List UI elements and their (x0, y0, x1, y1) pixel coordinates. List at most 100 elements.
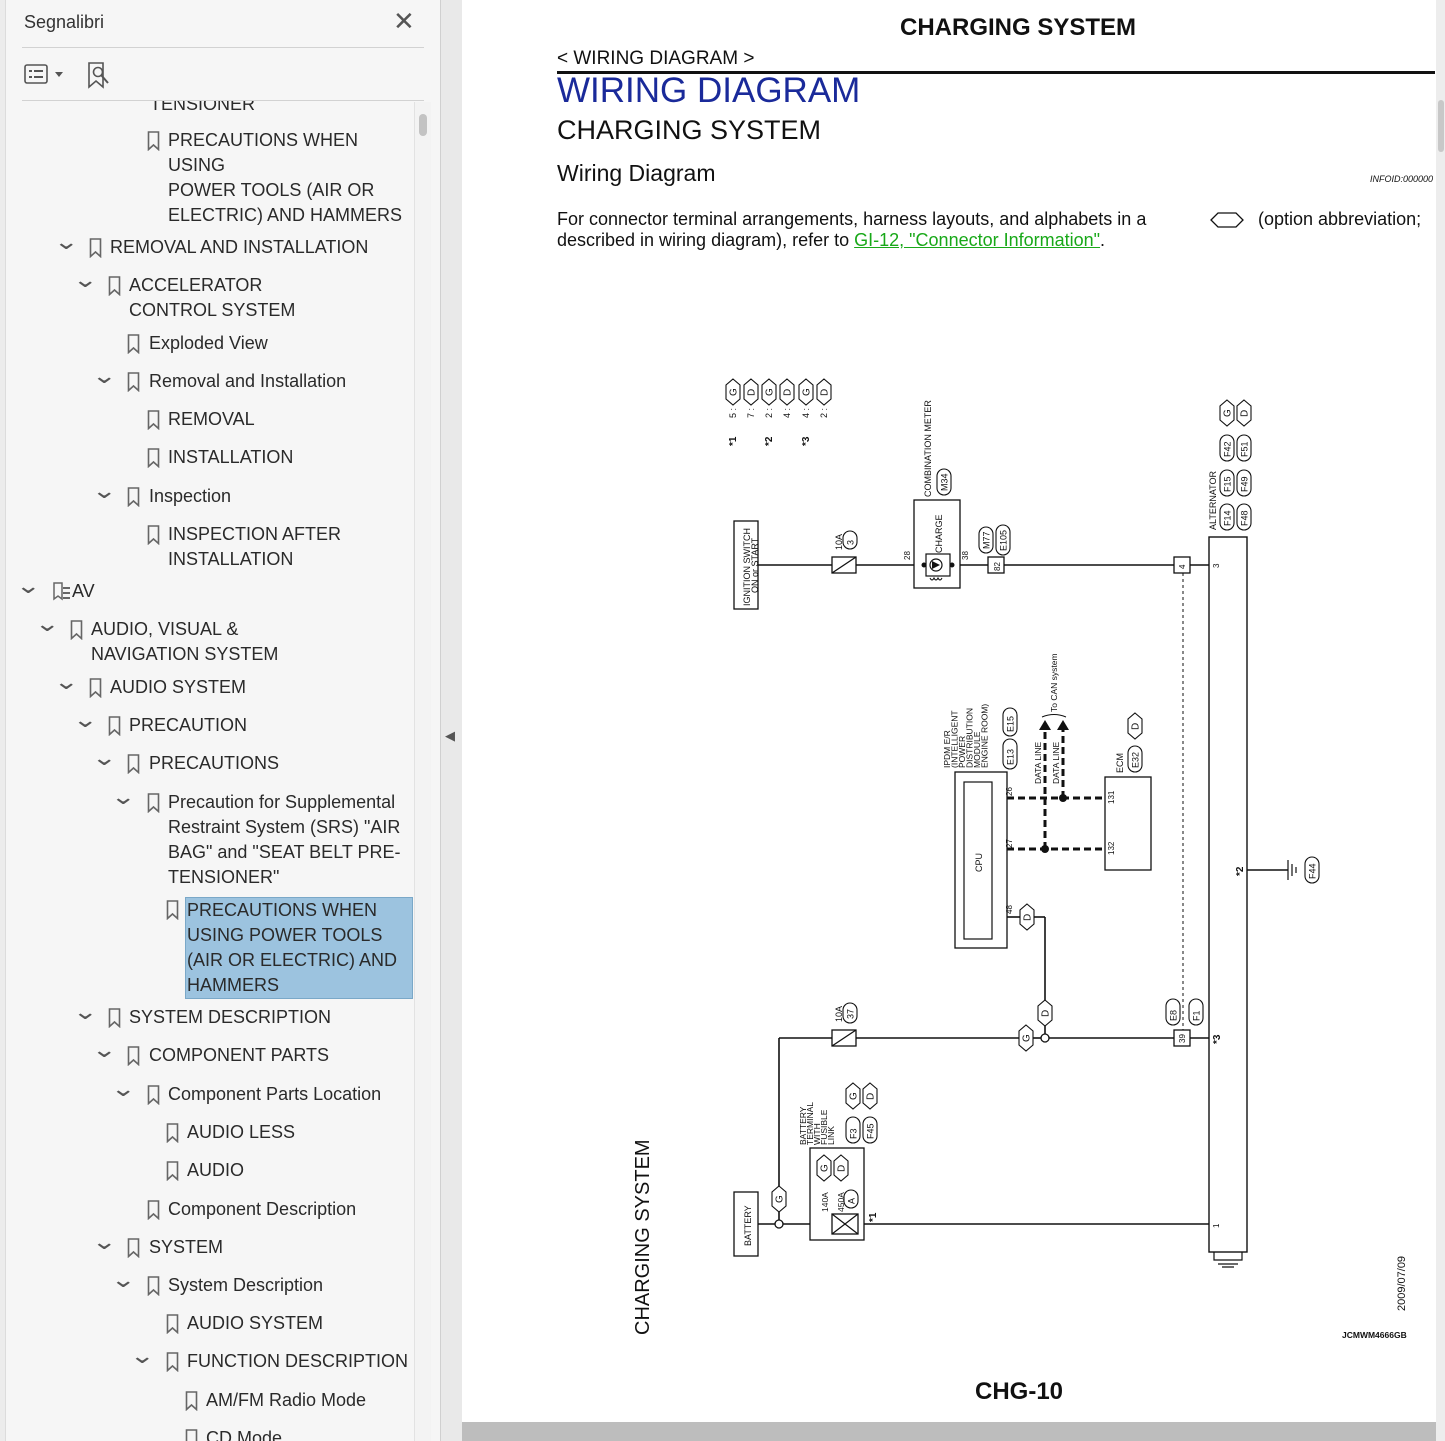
bookmark-label: PRECAUTIONS (149, 753, 280, 773)
bookmark-item-audio[interactable]: AUDIO (187, 1158, 244, 1183)
bookmark-item-precautions-when-using-power-tools-air-o[interactable]: PRECAUTIONS WHEN USING POWER TOOLS (AIR OR… (185, 897, 413, 999)
pin-label: 27 (1005, 839, 1014, 848)
bookmark-item-function-description[interactable]: FUNCTION DESCRIPTION (187, 1349, 408, 1374)
bookmark-label: PRECAUTION (129, 715, 248, 735)
bookmark-label: Restraint System (SRS) "AIR (168, 817, 401, 837)
bookmark-item-av[interactable]: AV (72, 579, 95, 604)
chevron-down-icon[interactable]: ⌄ (91, 363, 117, 389)
chevron-down-icon[interactable]: ⌄ (53, 669, 79, 695)
bookmark-item-tensioner[interactable]: TENSIONER (150, 101, 255, 117)
chevron-down-icon[interactable]: ⌄ (91, 1229, 117, 1255)
bookmark-item-inspection-after-installation[interactable]: INSPECTION AFTER INSTALLATION (168, 522, 341, 572)
document-scrollbar[interactable] (1436, 0, 1445, 1441)
legend-mark: *3 (801, 436, 812, 446)
connector-id-label: 3 (846, 540, 856, 545)
chevron-down-icon[interactable]: ⌄ (91, 745, 117, 771)
bookmark-item-inspection[interactable]: Inspection (149, 484, 231, 509)
page-number: CHG-10 (975, 1378, 1064, 1405)
bookmark-icon (127, 754, 140, 774)
data-line-label: DATA LINE (1033, 741, 1043, 784)
bookmark-item-removal[interactable]: REMOVAL (168, 407, 255, 432)
bookmark-label: (AIR OR ELECTRIC) AND (187, 950, 398, 970)
connector-tag-label: G (1022, 1034, 1033, 1042)
bookmark-icon (147, 1200, 160, 1220)
connector-tag-label: D (1240, 410, 1251, 417)
bookmark-item-component-parts-location[interactable]: Component Parts Location (168, 1082, 381, 1107)
connector-id-label: F45 (866, 1123, 876, 1139)
bookmarks-title: Segnalibri (24, 12, 105, 32)
bookmark-item-system-description[interactable]: System Description (168, 1273, 323, 1298)
chevron-down-icon[interactable]: ⌄ (110, 1267, 136, 1293)
bookmark-item-accelerator-control-system[interactable]: ACCELERATOR CONTROL SYSTEM (129, 273, 295, 323)
pin-label: 82 (993, 562, 1002, 571)
bookmark-item-removal-and-installation[interactable]: Removal and Installation (149, 369, 346, 394)
bookmark-label: TENSIONER (150, 101, 256, 114)
chevron-down-icon[interactable]: ⌄ (91, 1037, 117, 1063)
bookmark-item-exploded-view[interactable]: Exploded View (149, 331, 268, 356)
bookmark-label: AUDIO LESS (187, 1122, 296, 1142)
bookmark-label: AUDIO, VISUAL & (91, 619, 239, 639)
bookmark-item-am-fm-radio-mode[interactable]: AM/FM Radio Mode (206, 1388, 366, 1413)
legend-pin: 2 : (819, 408, 829, 418)
pin-label: 132 (1107, 841, 1116, 855)
chevron-down-icon[interactable]: ⌄ (110, 784, 136, 810)
mark-label: *2 (1235, 866, 1246, 876)
connector-tag-label: D (1041, 1010, 1052, 1017)
bookmark-item-precautions[interactable]: PRECAUTIONS (149, 751, 279, 776)
bookmark-item-audio-less[interactable]: AUDIO LESS (187, 1120, 295, 1145)
chevron-down-icon[interactable]: ⌄ (91, 478, 117, 504)
meter-label: COMBINATION METER (923, 400, 933, 497)
bookmark-item-component-parts[interactable]: COMPONENT PARTS (149, 1043, 329, 1068)
pin-label: 4 (1178, 564, 1187, 569)
bookmark-item-installation[interactable]: INSTALLATION (168, 445, 293, 470)
legend-pin: 5 : (728, 408, 738, 418)
bookmark-item-audio-system[interactable]: AUDIO SYSTEM (110, 675, 246, 700)
bookmark-search-icon[interactable] (86, 60, 114, 90)
bookmark-item-audio-visual-navigation-system[interactable]: AUDIO, VISUAL & NAVIGATION SYSTEM (91, 617, 278, 667)
chevron-down-icon[interactable]: ⌄ (110, 1076, 136, 1102)
chevron-down-icon[interactable]: ⌄ (15, 573, 41, 599)
bookmark-label: CONTROL SYSTEM (129, 300, 296, 320)
pin-label: 39 (1178, 1034, 1187, 1043)
chevron-down-icon[interactable]: ⌄ (129, 1343, 155, 1369)
chevron-down-icon[interactable]: ⌄ (72, 999, 98, 1025)
list-options-icon[interactable] (24, 62, 68, 88)
bookmark-icon (166, 900, 179, 920)
bookmark-item-precaution[interactable]: PRECAUTION (129, 713, 247, 738)
bookmark-label: SYSTEM (149, 1237, 224, 1257)
data-line-label: DATA LINE (1051, 741, 1061, 784)
bookmark-item-system[interactable]: SYSTEM (149, 1235, 223, 1260)
pin-label: 48 (1005, 905, 1014, 914)
bookmark-icon (147, 410, 160, 430)
legend-pin: 4 : (782, 408, 792, 418)
close-icon[interactable]: ✕ (393, 6, 415, 37)
bookmark-item-system-description[interactable]: SYSTEM DESCRIPTION (129, 1005, 331, 1030)
bookmark-label: Precaution for Supplemental (168, 792, 396, 812)
bookmark-item-precautions-when-using-power-tools-air-o[interactable]: PRECAUTIONS WHEN USING POWER TOOLS (AIR O… (168, 128, 414, 228)
chevron-down-icon[interactable]: ⌄ (72, 707, 98, 733)
ecm-label: ECM (1115, 753, 1125, 773)
bookmark-item-precaution-for-supplemental-restraint-sy[interactable]: Precaution for Supplemental Restraint Sys… (168, 790, 401, 890)
bookmark-item-component-description[interactable]: Component Description (168, 1197, 356, 1222)
bookmark-icon (147, 448, 160, 468)
chevron-down-icon[interactable]: ⌄ (34, 611, 60, 637)
legend-pin: 4 : (801, 408, 811, 418)
bookmark-label: BAG" and "SEAT BELT PRE- (168, 842, 401, 862)
collapse-sidebar-icon[interactable]: ◀ (445, 728, 455, 744)
chevron-down-icon[interactable]: ⌄ (53, 229, 79, 255)
document-scroll-thumb[interactable] (1438, 100, 1444, 152)
bookmark-tree: TENSIONER PRECAUTIONS WHEN USING POWER TOO… (0, 101, 414, 1441)
sidebar-scrollbar[interactable] (414, 102, 431, 1441)
bookmark-label: AM/FM Radio Mode (206, 1390, 367, 1410)
bookmark-item-cd-mode[interactable]: CD Mode (206, 1426, 282, 1441)
bookmark-item-removal-and-installation[interactable]: REMOVAL AND INSTALLATION (110, 235, 368, 260)
can-arrow-icon (1057, 720, 1069, 730)
bookmark-icon (127, 1238, 140, 1258)
connector-id-label: F44 (1308, 863, 1318, 879)
document-tree-icon (53, 582, 70, 601)
bookmark-item-audio-system[interactable]: AUDIO SYSTEM (187, 1311, 323, 1336)
chevron-down-icon[interactable]: ⌄ (72, 267, 98, 293)
sidebar-scroll-thumb[interactable] (419, 114, 427, 136)
connector-tag-label: D (1131, 723, 1142, 730)
connector-id-label: E8 (1169, 1010, 1179, 1021)
